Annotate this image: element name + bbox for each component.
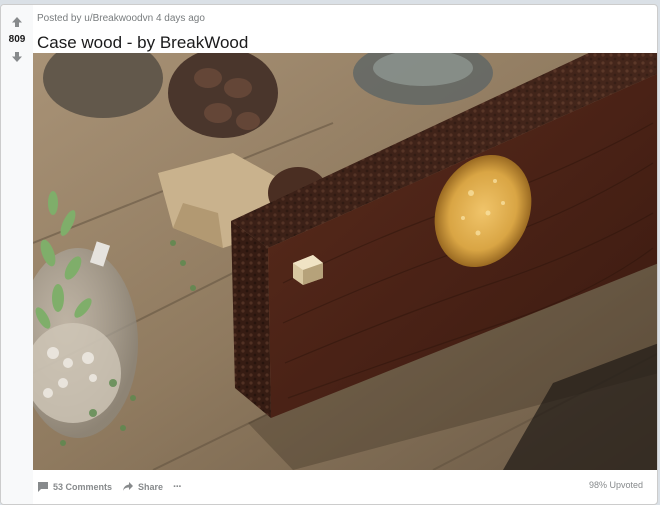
more-options-button[interactable]: ··· <box>173 481 182 493</box>
comment-icon <box>38 482 48 492</box>
vote-score: 809 <box>8 34 26 45</box>
upvote-ratio: 98% Upvoted <box>588 480 643 490</box>
arrow-down-icon <box>12 52 22 62</box>
comments-button[interactable]: 53 Comments <box>37 481 112 493</box>
wooden-case-photo <box>33 53 657 470</box>
upvote-button[interactable] <box>7 13 27 31</box>
post-title[interactable]: Case wood - by BreakWood <box>37 32 657 54</box>
post-content: Posted by u/Breakwoodvn 4 days ago Case … <box>37 5 657 54</box>
post-card: 809 Posted by u/Breakwoodvn 4 days ago C… <box>0 4 658 505</box>
downvote-button[interactable] <box>7 48 27 66</box>
vote-column: 809 <box>1 5 33 504</box>
post-meta[interactable]: Posted by u/Breakwoodvn 4 days ago <box>37 13 657 25</box>
post-image[interactable] <box>33 53 657 470</box>
ellipsis-icon: ··· <box>173 481 182 493</box>
comments-label: 53 Comments <box>53 482 113 492</box>
post-footer: 53 Comments Share ··· 98% Upvoted <box>37 477 657 497</box>
arrow-up-icon <box>12 17 22 27</box>
share-icon <box>123 482 134 491</box>
share-button[interactable]: Share <box>122 481 163 493</box>
share-label: Share <box>138 482 164 492</box>
